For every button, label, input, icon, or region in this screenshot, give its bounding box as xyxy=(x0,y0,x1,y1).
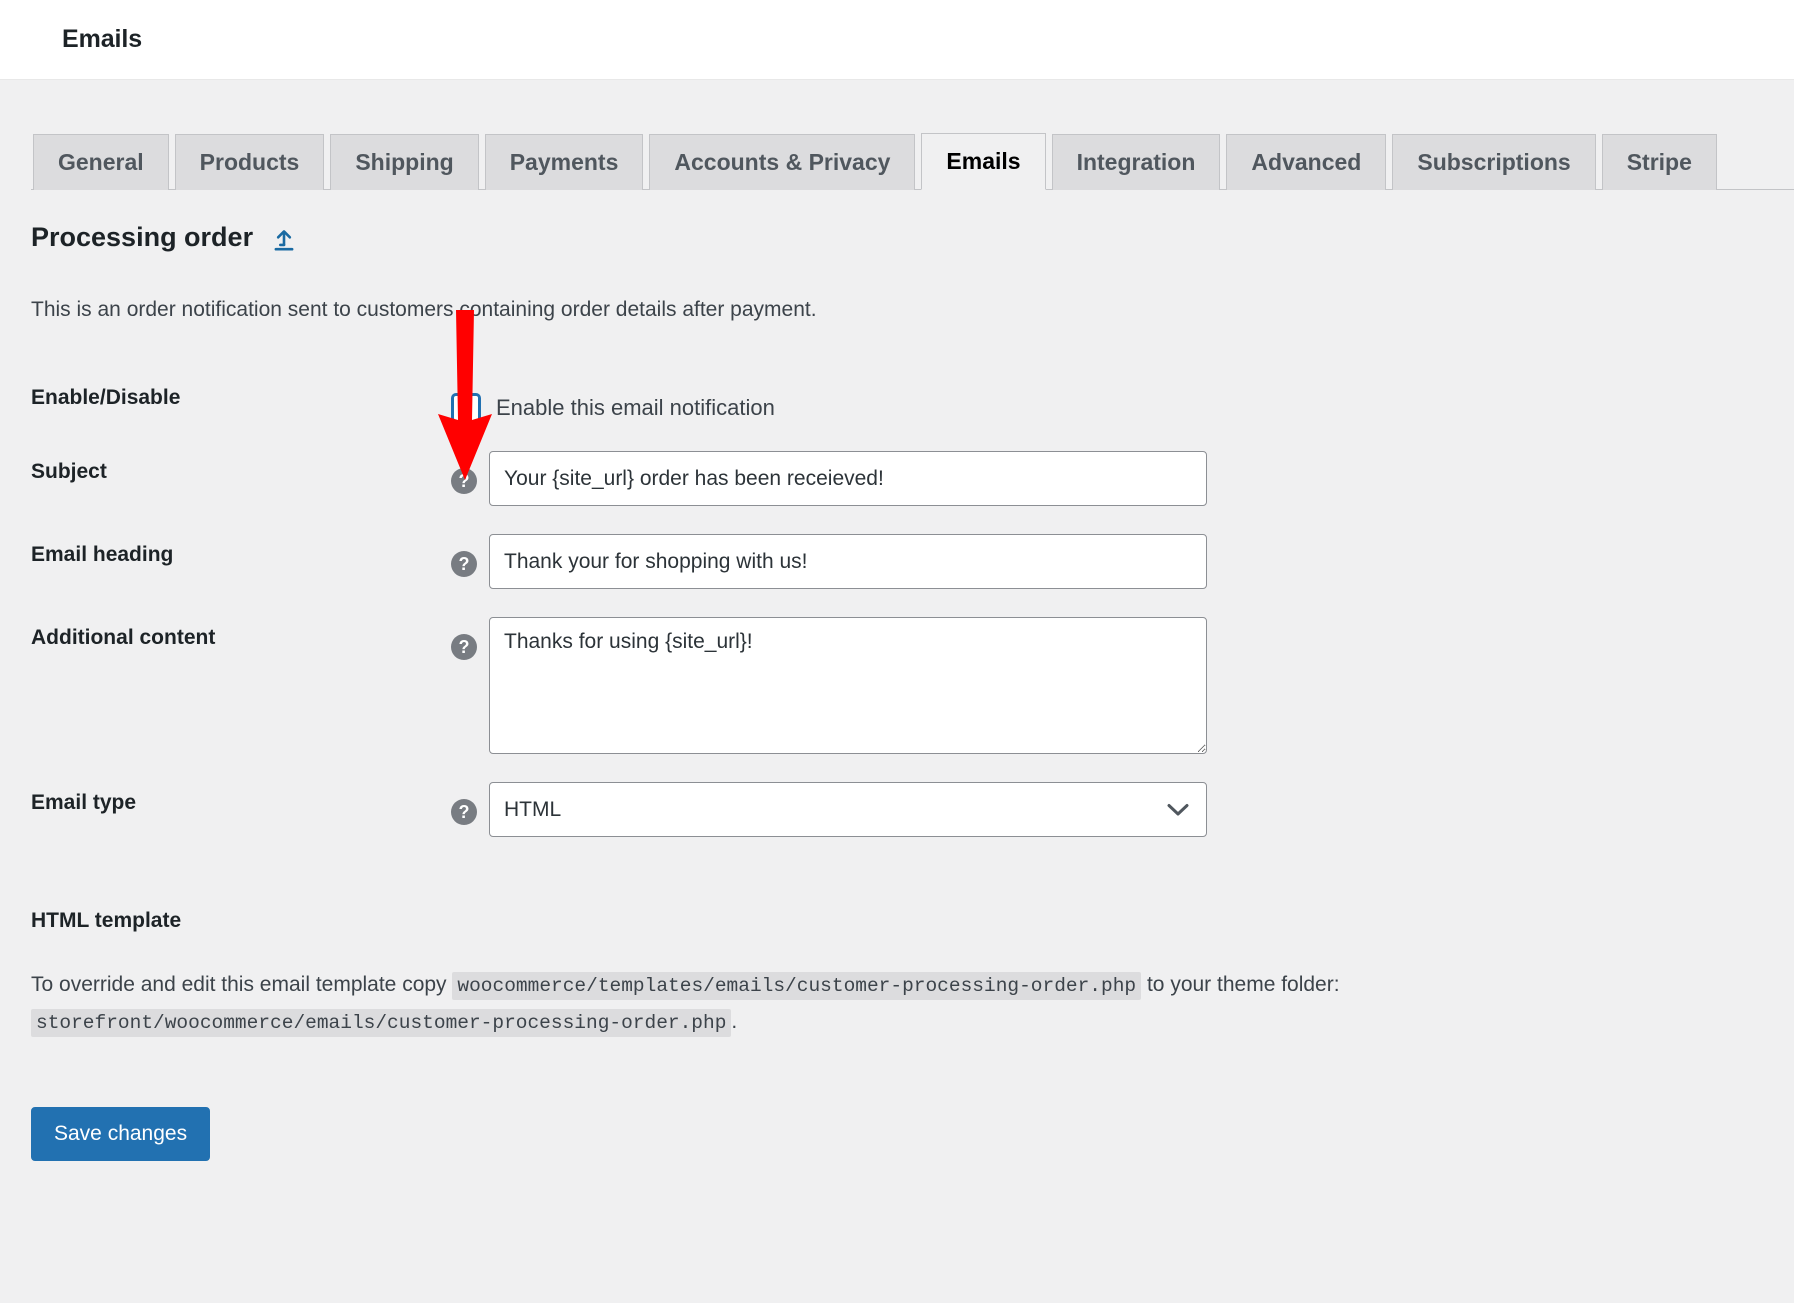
html-template-target-path: storefront/woocommerce/emails/customer-p… xyxy=(31,1008,732,1037)
form-row-email-type: Email type ? xyxy=(31,768,1763,851)
html-template-text-before: To override and edit this email template… xyxy=(31,973,447,997)
tab-products[interactable]: Products xyxy=(174,134,325,190)
label-enable-disable: Enable/Disable xyxy=(31,386,181,410)
tab-shipping[interactable]: Shipping xyxy=(330,134,479,190)
email-heading-help-question-mark-icon[interactable]: ? xyxy=(451,551,477,578)
label-additional-content: Additional content xyxy=(31,626,216,650)
tab-bar-wrapper: General Products Shipping Payments Accou… xyxy=(0,80,1794,190)
additional-content-field-row: ? xyxy=(451,617,1763,755)
email-heading-input[interactable] xyxy=(489,534,1207,590)
save-changes-button[interactable]: Save changes xyxy=(31,1107,211,1161)
tab-advanced[interactable]: Advanced xyxy=(1226,134,1387,190)
tab-stripe[interactable]: Stripe xyxy=(1601,134,1717,190)
label-subject: Subject xyxy=(31,460,107,484)
export-arrow-icon[interactable] xyxy=(269,226,299,256)
enable-email-notification-label[interactable]: Enable this email notification xyxy=(496,395,775,421)
tab-emails[interactable]: Emails xyxy=(921,133,1046,190)
email-type-select-wrapper xyxy=(489,782,1207,838)
section-description: This is an order notification sent to cu… xyxy=(31,297,817,321)
html-template-text-middle: to your theme folder: xyxy=(1146,973,1340,997)
form-row-subject: Subject ? xyxy=(31,437,1763,520)
enable-checkbox-row: Enable this email notification xyxy=(451,377,1763,424)
section-heading-row: Processing order xyxy=(31,220,1763,256)
subject-field-row: ? xyxy=(451,451,1763,507)
page-title: Emails xyxy=(62,25,143,53)
settings-tab-bar: General Products Shipping Payments Accou… xyxy=(31,132,1794,190)
html-template-source-path: woocommerce/templates/emails/customer-pr… xyxy=(452,972,1142,1001)
tab-subscriptions[interactable]: Subscriptions xyxy=(1392,134,1596,190)
form-row-additional-content: Additional content ? xyxy=(31,603,1763,768)
email-type-help-question-mark-icon[interactable]: ? xyxy=(451,799,477,826)
page-header: Emails xyxy=(0,0,1794,80)
additional-content-help-question-mark-icon[interactable]: ? xyxy=(451,634,477,661)
subject-input[interactable] xyxy=(489,451,1207,507)
tab-general[interactable]: General xyxy=(33,134,169,190)
html-template-description: To override and edit this email template… xyxy=(31,967,1671,1040)
tab-payments[interactable]: Payments xyxy=(484,134,644,190)
settings-content: Processing order This is an order notifi… xyxy=(0,220,1794,1161)
form-row-email-heading: Email heading ? xyxy=(31,520,1763,603)
label-email-heading: Email heading xyxy=(31,543,174,567)
email-heading-field-row: ? xyxy=(451,534,1763,590)
additional-content-textarea[interactable] xyxy=(489,617,1207,755)
settings-page: General Products Shipping Payments Accou… xyxy=(0,80,1794,1303)
label-email-type: Email type xyxy=(31,791,137,815)
form-row-enable-disable: Enable/Disable Enable this email notific… xyxy=(31,363,1763,437)
email-type-select[interactable] xyxy=(489,782,1207,838)
html-template-text-after: . xyxy=(731,1009,738,1033)
email-type-field-row: ? xyxy=(451,782,1763,838)
html-template-title: HTML template xyxy=(31,909,182,933)
section-title: Processing order xyxy=(31,222,254,253)
subject-help-question-mark-icon[interactable]: ? xyxy=(451,468,477,495)
enable-email-notification-checkbox[interactable] xyxy=(451,393,481,424)
tab-integration[interactable]: Integration xyxy=(1051,134,1221,190)
email-settings-form: Enable/Disable Enable this email notific… xyxy=(31,363,1763,851)
tab-accounts-privacy[interactable]: Accounts & Privacy xyxy=(649,134,916,190)
